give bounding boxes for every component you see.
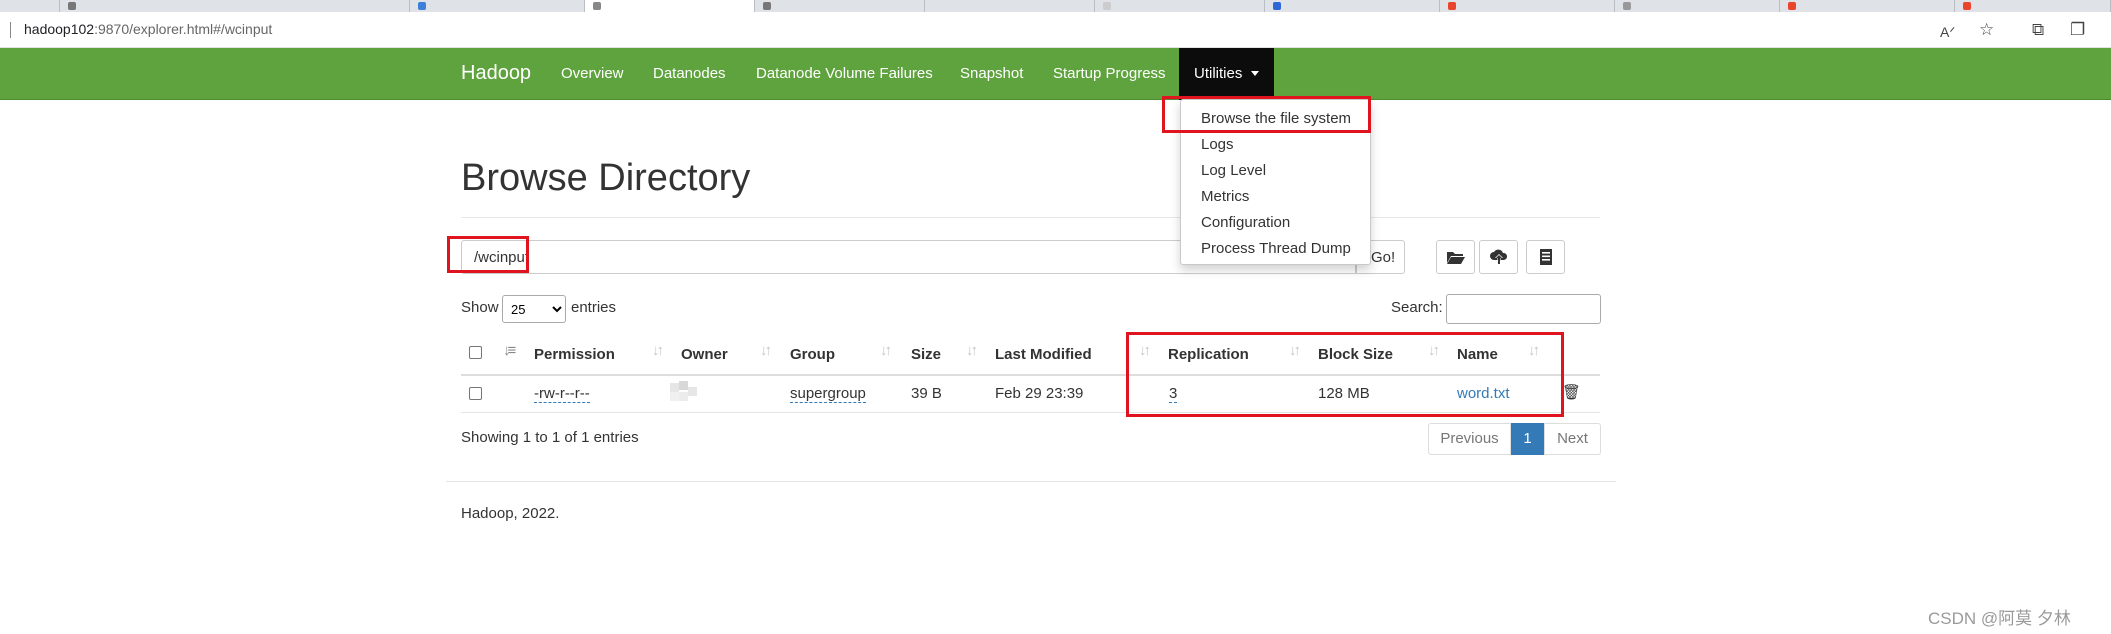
list-document-icon (1540, 249, 1552, 265)
browser-tab[interactable] (1955, 0, 2111, 12)
entries-label: entries (571, 299, 617, 316)
nav-startup-progress[interactable]: Startup Progress (1053, 65, 1166, 82)
trash-icon[interactable]: 🗑 (1562, 383, 1581, 401)
menu-item-log-level[interactable]: Log Level (1201, 162, 1266, 179)
url-host: hadoop102 (24, 21, 95, 37)
create-directory-button[interactable] (1436, 240, 1475, 274)
sort-icon[interactable]: ↓≡ (503, 342, 516, 359)
browser-tab[interactable] (1615, 0, 1780, 12)
footer-divider (446, 481, 1616, 482)
column-header-replication[interactable]: Replication (1168, 346, 1249, 363)
column-header-group[interactable]: Group (790, 346, 835, 363)
browser-tab[interactable] (1265, 0, 1440, 12)
utilities-dropdown-menu: Browse the file system Logs Log Level Me… (1180, 99, 1371, 265)
browser-tab-strip (0, 0, 2111, 12)
brand-logo[interactable]: Hadoop (461, 62, 531, 85)
block-size-cell: 128 MB (1318, 385, 1370, 402)
sort-icon[interactable]: ↓↑ (1289, 342, 1301, 359)
entries-per-page-select[interactable]: 25 (502, 295, 566, 323)
column-header-owner[interactable]: Owner (681, 346, 728, 363)
row-checkbox[interactable] (469, 387, 482, 400)
show-label: Show (461, 299, 499, 316)
browser-tab[interactable] (410, 0, 585, 12)
menu-item-process-thread-dump[interactable]: Process Thread Dump (1201, 240, 1351, 257)
file-name-link[interactable]: word.txt (1457, 385, 1510, 402)
sort-icon[interactable]: ↓↑ (652, 342, 664, 359)
url-field[interactable]: hadoop102:9870/explorer.html#/wcinput (24, 21, 272, 37)
search-label: Search: (1391, 299, 1443, 316)
folder-open-icon (1447, 252, 1465, 264)
browser-tab[interactable] (0, 0, 60, 12)
table-info: Showing 1 to 1 of 1 entries (461, 429, 639, 446)
next-page-button[interactable]: Next (1544, 423, 1601, 455)
browser-tab[interactable] (755, 0, 925, 12)
sort-icon[interactable]: ↓↑ (880, 342, 892, 359)
favorite-star-icon[interactable]: ☆ (1979, 20, 1994, 40)
page-title: Browse Directory (461, 157, 751, 199)
column-header-block-size[interactable]: Block Size (1318, 346, 1393, 363)
table-row-divider (461, 412, 1600, 413)
sort-icon[interactable]: ↓↑ (1428, 342, 1440, 359)
browser-tab[interactable] (1780, 0, 1955, 12)
page-1-button[interactable]: 1 (1511, 423, 1544, 455)
read-aloud-icon[interactable]: Aᐟ (1940, 22, 1955, 42)
column-header-name[interactable]: Name (1457, 346, 1498, 363)
footer-text: Hadoop, 2022. (461, 505, 560, 522)
last-modified-cell: Feb 29 23:39 (995, 385, 1084, 402)
collections-icon[interactable]: ❐ (2070, 20, 2085, 40)
title-divider (461, 217, 1600, 218)
address-divider (10, 22, 11, 38)
browser-tab-active[interactable] (585, 0, 755, 12)
browser-tab[interactable] (60, 0, 410, 12)
menu-item-logs[interactable]: Logs (1201, 136, 1234, 153)
column-header-size[interactable]: Size (911, 346, 941, 363)
column-header-last-modified[interactable]: Last Modified (995, 346, 1092, 363)
size-cell: 39 B (911, 385, 942, 402)
group-cell[interactable]: supergroup (790, 385, 866, 403)
browser-tab[interactable] (1440, 0, 1615, 12)
sort-icon[interactable]: ↓↑ (966, 342, 978, 359)
nav-overview[interactable]: Overview (561, 65, 624, 82)
previous-page-button[interactable]: Previous (1428, 423, 1511, 455)
caret-down-icon (1251, 71, 1259, 76)
watermark: CSDN @阿莫 夕林 (1928, 609, 2071, 628)
menu-item-metrics[interactable]: Metrics (1201, 188, 1249, 205)
cloud-upload-icon (1490, 249, 1508, 264)
nav-datanode-volume-failures[interactable]: Datanode Volume Failures (756, 65, 933, 82)
nav-utilities-label: Utilities (1194, 65, 1243, 82)
browser-tab[interactable] (1095, 0, 1265, 12)
sort-icon[interactable]: ↓↑ (1528, 342, 1540, 359)
extensions-icon[interactable]: ⧉ (2032, 20, 2044, 40)
replication-cell[interactable]: 3 (1169, 385, 1178, 403)
url-path: :9870/explorer.html#/wcinput (94, 21, 273, 37)
browser-tab[interactable] (925, 0, 1095, 12)
address-bar: hadoop102:9870/explorer.html#/wcinput Aᐟ… (0, 12, 2111, 48)
nav-datanodes[interactable]: Datanodes (653, 65, 726, 82)
nav-snapshot[interactable]: Snapshot (960, 65, 1023, 82)
upload-files-button[interactable] (1479, 240, 1518, 274)
table-header-divider (461, 374, 1600, 376)
column-header-permission[interactable]: Permission (534, 346, 615, 363)
sort-icon[interactable]: ↓↑ (1139, 342, 1151, 359)
owner-cell-redacted (670, 381, 706, 401)
top-navbar: Hadoop Overview Datanodes Datanode Volum… (0, 48, 2111, 100)
nav-utilities[interactable]: Utilities (1179, 48, 1274, 100)
cut-paste-button[interactable] (1526, 240, 1565, 274)
search-input[interactable] (1446, 294, 1601, 324)
menu-item-browse-file-system[interactable]: Browse the file system (1201, 110, 1351, 127)
menu-item-configuration[interactable]: Configuration (1201, 214, 1290, 231)
select-all-checkbox[interactable] (469, 346, 482, 359)
permission-cell[interactable]: -rw-r--r-- (534, 385, 590, 403)
sort-icon[interactable]: ↓↑ (760, 342, 772, 359)
